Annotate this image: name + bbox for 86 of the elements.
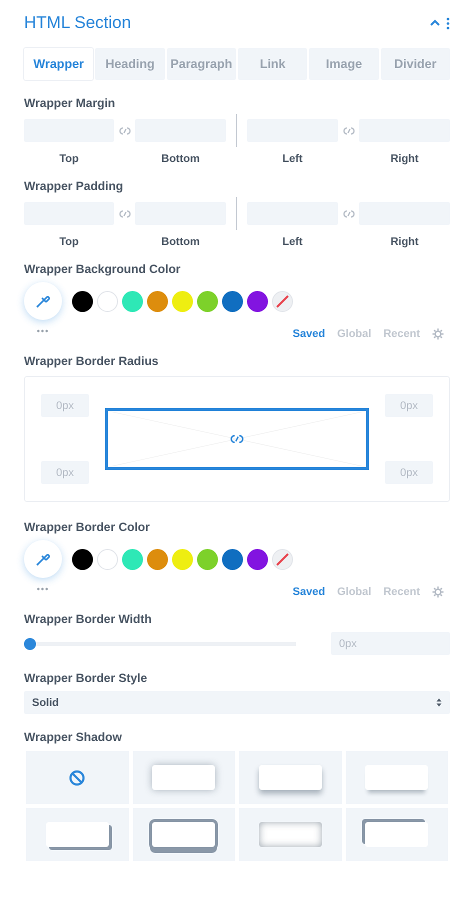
link-icon[interactable]	[342, 208, 356, 220]
shadow-option[interactable]	[132, 808, 235, 861]
palette-tab[interactable]: Global	[337, 586, 372, 598]
color-swatch[interactable]	[72, 548, 93, 570]
tab[interactable]: Heading	[95, 48, 165, 80]
more-colors[interactable]: •••	[24, 584, 62, 594]
tab[interactable]: Wrapper	[24, 48, 94, 80]
color-swatch[interactable]	[222, 290, 243, 312]
shadow-option[interactable]	[346, 751, 448, 804]
input-field[interactable]: 0px	[385, 394, 433, 417]
field-label: Wrapper Border Style	[24, 671, 148, 685]
link-icon[interactable]	[118, 208, 132, 220]
field-label: Wrapper Background Color	[24, 262, 182, 276]
palette-tab[interactable]: Recent	[383, 586, 420, 598]
palette-tab[interactable]: Recent	[383, 328, 420, 340]
color-swatch[interactable]	[97, 548, 118, 570]
shadow-preview	[46, 822, 109, 847]
side-label: Left	[282, 153, 303, 165]
field-label: Wrapper Border Radius	[24, 354, 160, 368]
color-swatch[interactable]	[97, 290, 118, 312]
field-label: Wrapper Shadow	[24, 730, 123, 744]
settings-icon[interactable]	[432, 586, 444, 598]
input-field[interactable]: 0px	[385, 461, 433, 484]
color-swatch[interactable]	[197, 290, 218, 312]
tab[interactable]: Link	[238, 48, 308, 80]
color-swatch[interactable]	[222, 548, 243, 570]
collapse-icon[interactable]	[430, 19, 440, 27]
palette-tab[interactable]: Global	[337, 328, 372, 340]
tab[interactable]: Divider	[380, 48, 450, 80]
sort-arrows-icon	[436, 698, 442, 707]
input-field[interactable]: 0px	[41, 461, 89, 484]
shadow-option[interactable]	[132, 751, 235, 804]
side-label: Bottom	[161, 236, 200, 248]
shadow-option[interactable]	[346, 808, 448, 861]
shadow-option[interactable]	[239, 751, 342, 804]
link-icon[interactable]	[342, 124, 356, 136]
side-label: Left	[282, 236, 303, 248]
field-label: Wrapper Padding	[24, 179, 124, 193]
color-swatch[interactable]	[72, 290, 93, 312]
link-icon[interactable]	[229, 432, 245, 446]
shadow-preview	[258, 765, 322, 790]
color-swatch[interactable]	[122, 548, 143, 570]
color-swatch[interactable]	[197, 548, 218, 570]
tab[interactable]: Paragraph	[166, 48, 236, 80]
shadow-option[interactable]	[26, 808, 128, 861]
color-swatch[interactable]	[147, 290, 168, 312]
field-label: Wrapper Margin	[24, 96, 116, 110]
palette-tab[interactable]: Saved	[292, 586, 326, 598]
shadow-preview	[152, 822, 216, 847]
no-shadow-icon	[69, 770, 86, 786]
no-color-swatch[interactable]	[272, 548, 293, 570]
settings-icon[interactable]	[432, 328, 444, 340]
select-field[interactable]: Solid	[24, 691, 450, 714]
shadow-preview	[152, 765, 216, 790]
more-menu-icon[interactable]	[446, 16, 450, 30]
shadow-preview	[365, 765, 428, 790]
link-icon[interactable]	[118, 124, 132, 136]
input-field[interactable]: 0px	[41, 394, 89, 417]
color-swatch[interactable]	[172, 290, 193, 312]
input-field[interactable]: 0px	[331, 632, 450, 655]
side-label: Right	[390, 153, 419, 165]
shadow-preview	[365, 822, 428, 847]
palette-tab[interactable]: Saved	[292, 328, 326, 340]
color-swatch[interactable]	[122, 290, 143, 312]
tab[interactable]: Image	[309, 48, 379, 80]
shadow-option[interactable]	[26, 751, 128, 804]
color-swatch[interactable]	[247, 290, 268, 312]
shadow-option[interactable]	[239, 808, 342, 861]
eyedropper-button[interactable]	[24, 282, 62, 320]
section-title: HTML Section	[24, 13, 132, 33]
side-label: Top	[59, 236, 79, 248]
color-swatch[interactable]	[247, 548, 268, 570]
eyedropper-icon	[35, 551, 51, 567]
more-colors[interactable]: •••	[24, 326, 62, 336]
slider-thumb[interactable]	[24, 638, 36, 650]
shadow-preview	[258, 822, 322, 847]
eyedropper-button[interactable]	[24, 540, 62, 578]
color-swatch[interactable]	[172, 548, 193, 570]
field-label: Wrapper Border Color	[24, 520, 151, 534]
side-label: Right	[390, 236, 419, 248]
side-label: Bottom	[161, 153, 200, 165]
side-label: Top	[59, 153, 79, 165]
eyedropper-icon	[35, 293, 51, 309]
field-label: Wrapper Border Width	[24, 612, 153, 626]
no-color-swatch[interactable]	[272, 290, 293, 312]
color-swatch[interactable]	[147, 548, 168, 570]
